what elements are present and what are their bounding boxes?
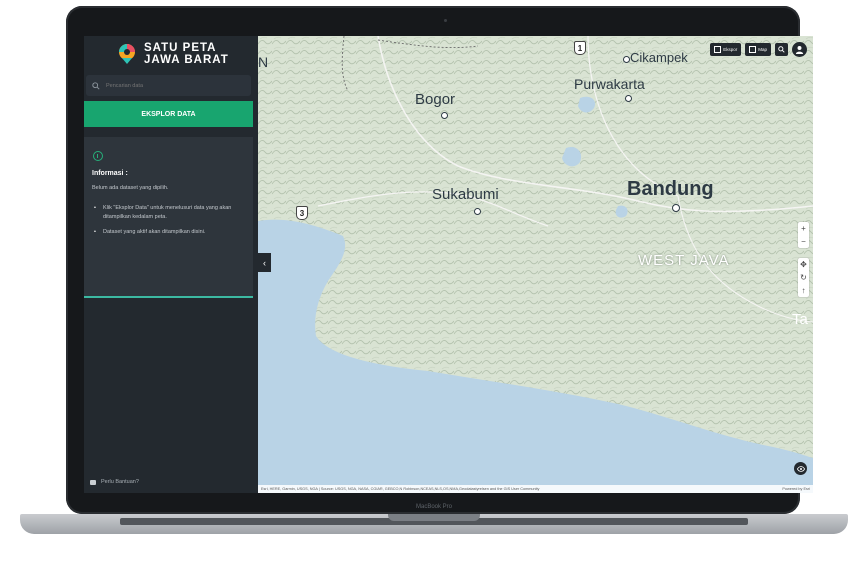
city-marker <box>441 112 448 119</box>
basemap-label: Map <box>758 47 767 52</box>
road-shield-3: 3 <box>296 206 308 220</box>
info-panel: Informasi : Belum ada dataset yang dipil… <box>84 137 253 298</box>
brand-name: SATU PETA JAWA BARAT <box>144 42 229 66</box>
info-icon <box>93 151 103 161</box>
export-icon <box>714 46 722 53</box>
device-label: MacBook Pro <box>415 504 452 510</box>
attribution-text[interactable]: Esri, HERE, Garmin, USGS, NGA | Source: … <box>261 487 539 491</box>
search-icon <box>778 46 785 53</box>
info-list: Klik "Eksplor Data" untuk menelusuri dat… <box>92 204 248 243</box>
pan-button[interactable]: ✥ <box>798 258 809 271</box>
map-label-cikampek: Cikampek <box>630 50 688 65</box>
search-icon <box>92 81 100 90</box>
info-description: Belum ada dataset yang dipilih. <box>92 185 169 191</box>
rotate-icon: ↻ <box>800 273 807 282</box>
rotate-button[interactable]: ↻ <box>798 271 809 284</box>
user-button[interactable] <box>792 42 807 57</box>
eye-icon <box>796 465 805 472</box>
map-attribution: Esri, HERE, Garmin, USGS, NGA | Source: … <box>258 485 813 493</box>
map-book-icon <box>90 479 96 485</box>
explore-data-button[interactable]: EKSPLOR DATA <box>84 101 253 127</box>
app-logo[interactable]: SATU PETA JAWA BARAT <box>116 42 229 66</box>
map-label-edge-n: N <box>258 54 269 70</box>
search-box[interactable] <box>86 75 251 96</box>
compass-icon: ↑ <box>801 286 806 295</box>
map-label-purwakarta: Purwakarta <box>574 76 645 92</box>
user-icon <box>795 45 804 54</box>
export-button[interactable]: Ekspor <box>710 43 742 56</box>
brand-line-1: SATU PETA <box>144 42 217 54</box>
map-toolbar: Ekspor Map <box>710 42 807 57</box>
zoom-out-button[interactable]: − <box>798 235 809 248</box>
search-input[interactable] <box>104 81 238 90</box>
brand-line-2: JAWA BARAT <box>144 54 229 66</box>
city-marker <box>474 208 481 215</box>
camera <box>444 19 447 22</box>
zoom-in-button[interactable]: + <box>798 222 809 235</box>
map-label-bandung: Bandung <box>627 178 714 200</box>
city-marker <box>625 95 632 102</box>
map-search-button[interactable] <box>775 43 788 56</box>
laptop-notch <box>388 514 480 521</box>
map-icon <box>749 46 757 53</box>
zoom-control: + − <box>798 222 809 248</box>
city-marker <box>623 56 630 63</box>
map-label-west-java: WEST JAVA <box>638 252 730 269</box>
powered-by[interactable]: Powered by Esri <box>782 487 810 491</box>
app-screen: SATU PETA JAWA BARAT EKSPLOR DATA Inform… <box>84 36 813 493</box>
map-label-edge-ta: Ta <box>792 311 808 328</box>
plus-icon: + <box>801 224 806 233</box>
basemap-button[interactable]: Map <box>745 43 771 56</box>
info-title: Informasi : <box>92 170 128 177</box>
sidebar-collapse-button[interactable]: ‹ <box>258 253 271 272</box>
legend-toggle-button[interactable] <box>794 462 807 475</box>
chevron-left-icon: ‹ <box>263 257 266 268</box>
map-label-sukabumi: Sukabumi <box>432 186 499 203</box>
help-link[interactable]: Perlu Bantuan? <box>90 479 139 485</box>
move-icon: ✥ <box>800 260 807 269</box>
map-view[interactable]: 1 3 N Cikampek Purwakarta Bogor Sukabumi… <box>258 36 813 493</box>
info-list-item: Dataset yang aktif akan ditampilkan disi… <box>92 228 248 237</box>
export-label: Ekspor <box>723 47 738 52</box>
info-list-item: Klik "Eksplor Data" untuk menelusuri dat… <box>92 204 248 222</box>
city-marker <box>672 204 680 212</box>
minus-icon: − <box>801 237 806 246</box>
help-label: Perlu Bantuan? <box>101 479 139 485</box>
compass-button[interactable]: ↑ <box>798 284 809 297</box>
map-label-bogor: Bogor <box>415 91 456 108</box>
navigation-control: ✥ ↻ ↑ <box>798 258 809 297</box>
road-shield-1: 1 <box>574 41 586 55</box>
sidebar: SATU PETA JAWA BARAT EKSPLOR DATA Inform… <box>84 36 258 493</box>
satu-peta-logo-icon <box>119 44 135 64</box>
